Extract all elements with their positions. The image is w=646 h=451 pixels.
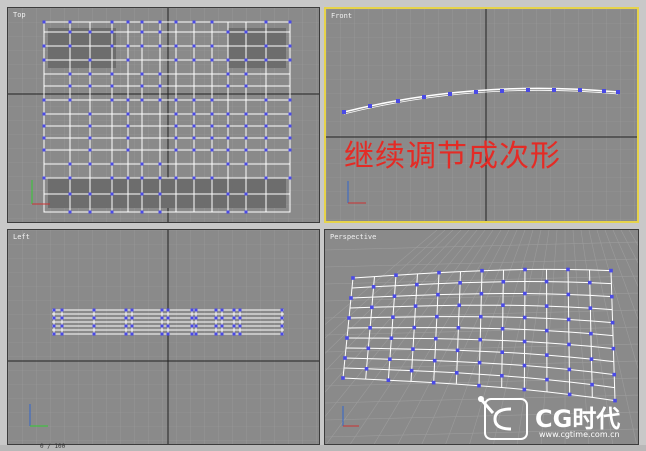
status-bar: 0 / 100 — [0, 443, 646, 451]
status-bar-text: 0 / 100 — [40, 443, 66, 450]
top-grid — [8, 8, 319, 222]
viewport-left[interactable]: Left — [7, 229, 320, 445]
cgtime-logo-text: CG时代 — [535, 405, 621, 433]
cgtime-logo-icon — [477, 396, 528, 440]
viewport-label-front: Front — [331, 12, 353, 20]
left-mesh — [52, 309, 284, 335]
cgtime-logo-url: www.cgtime.com.cn — [539, 430, 620, 439]
viewport-label-left: Left — [13, 233, 30, 241]
overlay-caption: 继续调节成次形 — [344, 139, 561, 174]
left-grid — [8, 230, 319, 444]
viewport-front[interactable]: Front 继续调节成次形 — [324, 7, 639, 223]
cgtime-logo: CG时代 www.cgtime.com.cn — [477, 393, 642, 445]
viewport-top[interactable]: Top — [7, 7, 320, 223]
viewport-label-top: Top — [13, 11, 26, 19]
viewport-label-perspective: Perspective — [330, 233, 377, 241]
front-grid — [326, 9, 637, 221]
